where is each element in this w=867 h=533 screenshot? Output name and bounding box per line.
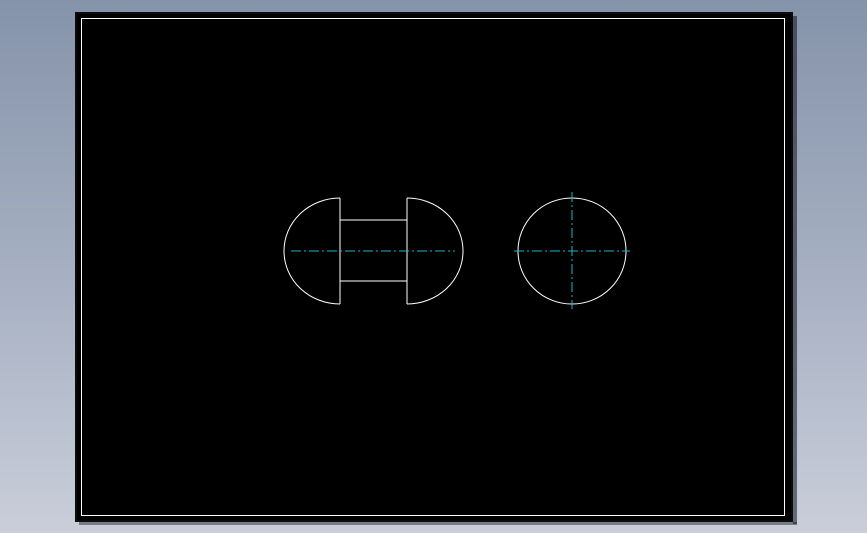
side-view[interactable] <box>514 192 630 309</box>
drawing-canvas[interactable] <box>0 0 867 533</box>
graphics-viewport[interactable] <box>0 0 867 533</box>
